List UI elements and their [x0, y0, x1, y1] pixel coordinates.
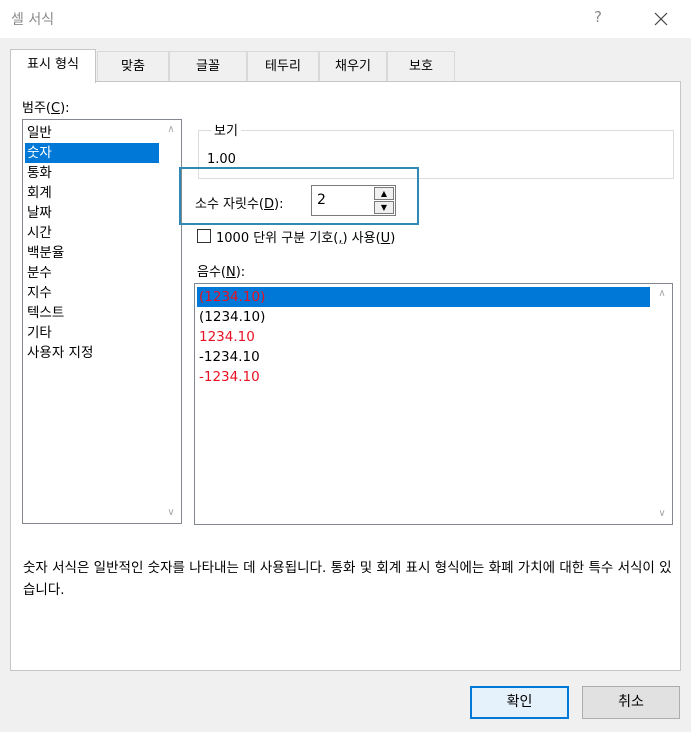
tab-number[interactable]: 표시 형식 — [10, 49, 96, 83]
list-item[interactable]: 1234.10 — [197, 327, 650, 347]
spin-up-button[interactable]: ▲ — [374, 187, 394, 200]
list-item[interactable]: (1234.10) — [197, 307, 650, 327]
triangle-down-icon: ▼ — [380, 203, 388, 212]
chevron-up-icon[interactable]: ∧ — [655, 287, 669, 301]
close-icon — [654, 12, 668, 26]
preview-legend: 보기 — [211, 120, 241, 139]
window-title: 셀 서식 — [11, 12, 55, 28]
list-item[interactable]: 분수 — [25, 263, 159, 283]
list-item[interactable]: 숫자 — [25, 143, 159, 163]
chevron-down-icon[interactable]: ∨ — [164, 506, 178, 520]
list-item[interactable]: -1234.10 — [197, 367, 650, 387]
tab-font[interactable]: 글꼴 — [169, 51, 247, 82]
list-item[interactable]: 날짜 — [25, 203, 159, 223]
preview-value: 1.00 — [207, 152, 236, 167]
thousand-separator-checkbox[interactable] — [197, 229, 211, 243]
decimal-places-label: 소수 자릿수(D): — [195, 197, 284, 212]
triangle-up-icon: ▲ — [380, 189, 388, 198]
list-item[interactable]: 회계 — [25, 183, 159, 203]
thousand-separator-label[interactable]: 1000 단위 구분 기호(,) 사용(U) — [216, 227, 395, 246]
format-description: 숫자 서식은 일반적인 숫자를 나타내는 데 사용됩니다. 통화 및 회계 표시… — [23, 560, 672, 598]
chevron-down-icon[interactable]: ∨ — [655, 507, 669, 521]
tab-alignment[interactable]: 맞춤 — [97, 51, 169, 82]
list-item[interactable]: 기타 — [25, 323, 159, 343]
tab-border[interactable]: 테두리 — [247, 51, 319, 82]
number-format-panel: 범주(C): 일반 숫자 통화 회계 날짜 시간 백분율 분수 지수 텍스트 기… — [10, 81, 681, 671]
list-item[interactable]: 통화 — [25, 163, 159, 183]
list-item[interactable]: 텍스트 — [25, 303, 159, 323]
close-button[interactable] — [646, 4, 676, 34]
list-item[interactable]: 지수 — [25, 283, 159, 303]
category-list[interactable]: 일반 숫자 통화 회계 날짜 시간 백분율 분수 지수 텍스트 기타 사용자 지… — [22, 119, 182, 524]
list-item[interactable]: 백분율 — [25, 243, 159, 263]
tab-protection[interactable]: 보호 — [387, 51, 455, 82]
category-label: 범주(C): — [22, 101, 70, 116]
ok-button[interactable]: 확인 — [470, 686, 569, 719]
list-item[interactable]: 사용자 지정 — [25, 343, 159, 363]
help-button[interactable]: ? — [594, 8, 602, 26]
negative-numbers-label: 음수(N): — [197, 265, 246, 280]
negative-numbers-list[interactable]: (1234.10) (1234.10) 1234.10 -1234.10 -12… — [194, 283, 673, 525]
tab-fill[interactable]: 채우기 — [319, 51, 387, 82]
spin-down-button[interactable]: ▼ — [374, 201, 394, 214]
list-item[interactable]: 일반 — [25, 123, 159, 143]
cancel-button[interactable]: 취소 — [582, 686, 680, 719]
title-bar: 셀 서식 ? — [0, 0, 691, 38]
list-item[interactable]: (1234.10) — [197, 287, 650, 307]
list-item[interactable]: -1234.10 — [197, 347, 650, 367]
list-item[interactable]: 시간 — [25, 223, 159, 243]
chevron-up-icon[interactable]: ∧ — [164, 123, 178, 137]
